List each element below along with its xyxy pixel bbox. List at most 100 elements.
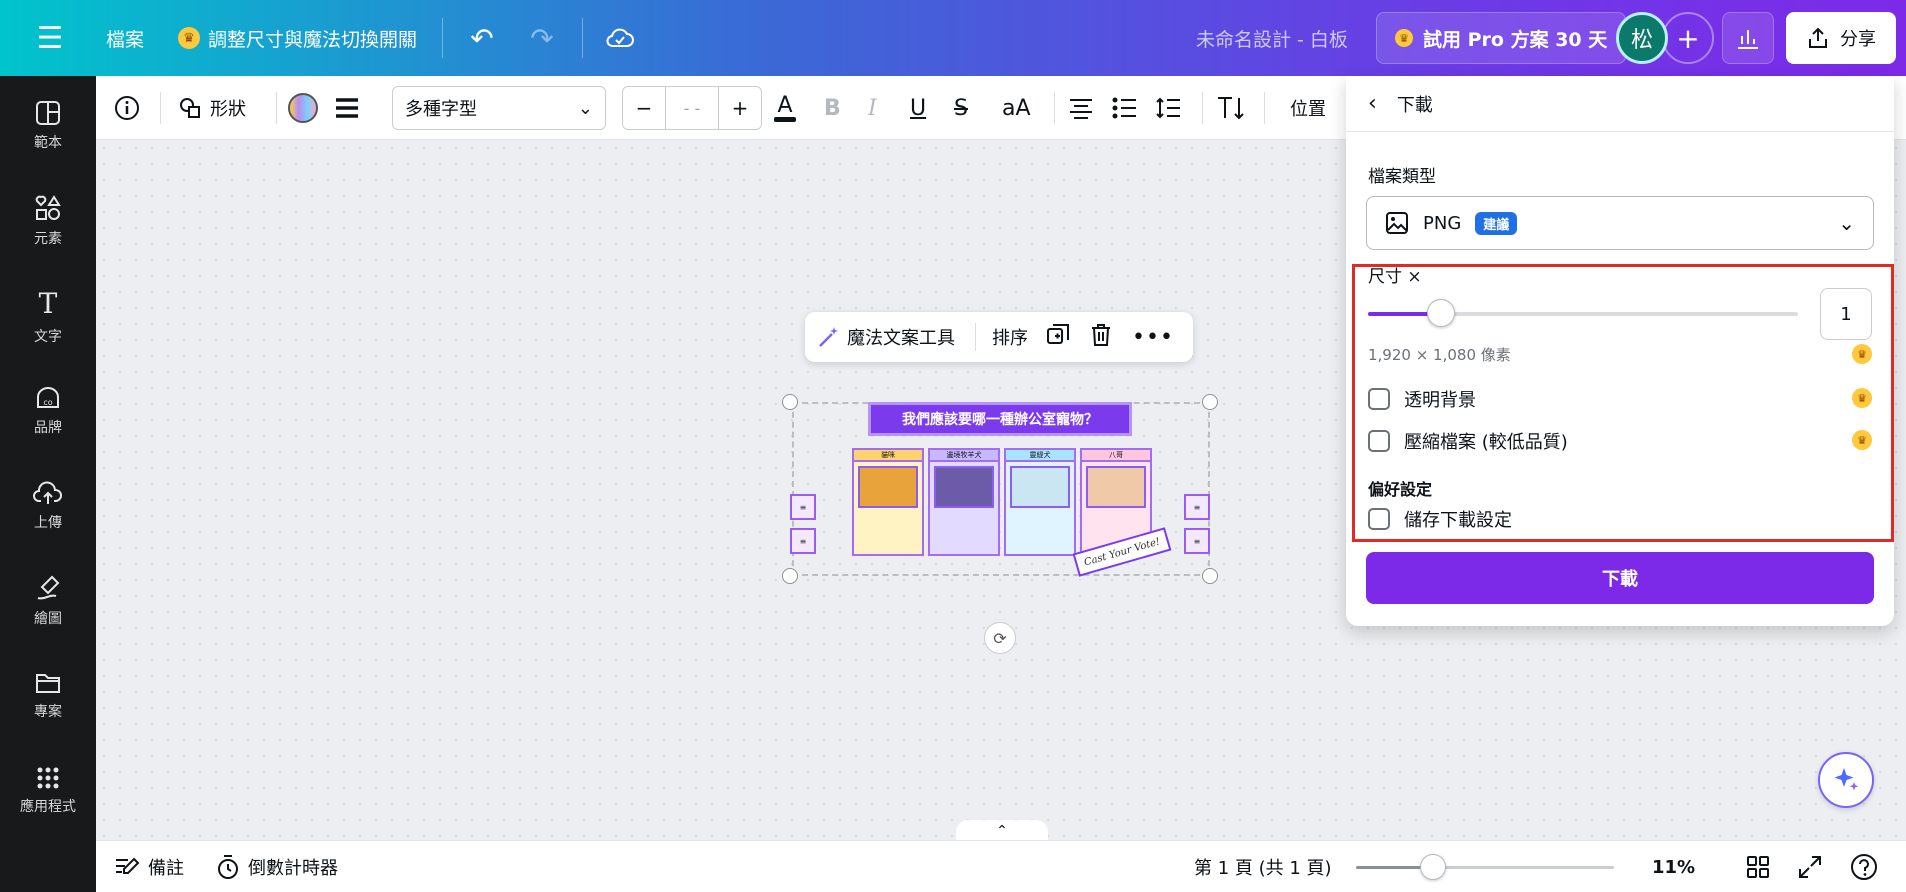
position-button[interactable]: 位置 xyxy=(1290,76,1326,140)
zoom-value[interactable]: 11% xyxy=(1652,841,1695,892)
share-label: 分享 xyxy=(1840,29,1876,50)
resize-handle[interactable] xyxy=(1202,394,1218,410)
sticky-note[interactable]: ≡ xyxy=(790,494,816,520)
duplicate-icon[interactable] xyxy=(1036,323,1080,352)
file-type-value: PNG xyxy=(1423,212,1462,234)
vote-column[interactable]: 邊境牧羊犬 xyxy=(928,448,1000,556)
chevron-up-icon: ⌃ xyxy=(996,823,1008,839)
sidebar-item-label: 專案 xyxy=(34,704,62,720)
resize-handle[interactable] xyxy=(1202,568,1218,584)
vote-column[interactable]: 靈緹犬 xyxy=(1004,448,1076,556)
timer-label: 倒數計時器 xyxy=(248,858,338,879)
zoom-slider-thumb[interactable] xyxy=(1420,854,1447,880)
try-pro-button[interactable]: ♛ 試用 Pro 方案 30 天 xyxy=(1376,12,1627,64)
sidebar-item-templates[interactable]: 範本 xyxy=(0,86,96,166)
analytics-icon[interactable] xyxy=(1722,12,1774,64)
page-indicator[interactable]: 第 1 頁 (共 1 頁) xyxy=(1194,841,1332,892)
resize-magic-switch-button[interactable]: ♛ 調整尺寸與魔法切換開關 xyxy=(178,0,417,76)
svg-text:co: co xyxy=(43,398,52,407)
sidebar-item-text[interactable]: T 文字 xyxy=(0,276,96,356)
rotate-icon[interactable]: ⟳ xyxy=(984,622,1016,654)
column-header: 靈緹犬 xyxy=(1006,450,1074,462)
download-panel-title: 下載 xyxy=(1396,94,1433,116)
bold-icon[interactable]: B xyxy=(824,76,841,140)
redo-icon[interactable]: ↷ xyxy=(522,0,562,76)
greyhound-photo xyxy=(1010,466,1070,508)
italic-icon[interactable]: I xyxy=(868,76,877,140)
notes-label: 備註 xyxy=(148,858,184,879)
shape-button[interactable]: 形狀 xyxy=(178,76,246,140)
sticky-note[interactable]: ≡ xyxy=(1184,494,1210,520)
timer-icon xyxy=(218,855,238,879)
recommended-badge: 建議 xyxy=(1475,211,1518,235)
letter-case-button[interactable]: aA xyxy=(1002,76,1031,140)
left-sidebar: 範本 元素 T 文字 co 品牌 上傳 繪圖 專案 應用程式 xyxy=(0,76,96,892)
divider xyxy=(1264,92,1265,124)
color-swatch-button[interactable] xyxy=(288,76,318,140)
multicolor-swatch xyxy=(288,93,318,123)
border-style-icon[interactable] xyxy=(334,76,360,140)
bullet-list-icon[interactable] xyxy=(1112,76,1138,140)
template-icon xyxy=(36,101,60,125)
fullscreen-icon[interactable] xyxy=(1798,841,1822,892)
cat-photo xyxy=(858,466,918,508)
font-size-value[interactable]: - - xyxy=(665,87,719,129)
strikethrough-icon[interactable]: S xyxy=(954,76,968,140)
sidebar-item-elements[interactable]: 元素 xyxy=(0,181,96,261)
notes-button[interactable]: 備註 xyxy=(114,841,184,892)
font-family-select[interactable]: 多種字型 ⌄ xyxy=(392,86,606,130)
sidebar-item-projects[interactable]: 專案 xyxy=(0,656,96,736)
back-icon[interactable]: ‹ xyxy=(1368,91,1377,116)
decrease-font-size-button[interactable]: − xyxy=(623,87,665,129)
info-icon[interactable] xyxy=(114,76,140,140)
chevron-down-icon: ⌄ xyxy=(1838,211,1855,235)
sticky-note[interactable]: ≡ xyxy=(1184,528,1210,554)
sidebar-item-label: 繪圖 xyxy=(34,611,62,627)
text-direction-icon[interactable] xyxy=(1216,76,1246,140)
download-button[interactable]: 下載 xyxy=(1366,552,1874,604)
magic-sparkle-button[interactable] xyxy=(1818,752,1874,808)
column-header: 貓咪 xyxy=(854,450,922,462)
zoom-slider[interactable] xyxy=(1356,854,1614,880)
cloud-saved-icon[interactable] xyxy=(600,0,640,76)
underline-icon[interactable]: U xyxy=(910,76,926,140)
share-button[interactable]: 分享 xyxy=(1786,12,1896,64)
sidebar-item-draw[interactable]: 繪圖 xyxy=(0,561,96,641)
expand-pages-button[interactable]: ⌃ xyxy=(956,820,1048,842)
menu-icon[interactable]: ☰ xyxy=(30,0,70,76)
text-color-icon[interactable]: A xyxy=(774,76,796,140)
sticky-note[interactable]: ≡ xyxy=(790,528,816,554)
sidebar-item-apps[interactable]: 應用程式 xyxy=(0,751,96,831)
delete-icon[interactable] xyxy=(1080,323,1122,352)
vote-column[interactable]: 貓咪 xyxy=(852,448,924,556)
font-size-stepper[interactable]: − - - + xyxy=(622,86,762,130)
help-icon[interactable] xyxy=(1850,841,1878,892)
file-menu[interactable]: 檔案 xyxy=(106,0,144,76)
top-bar: ☰ 檔案 ♛ 調整尺寸與魔法切換開關 ↶ ↷ 未命名設計 - 白板 ♛ 試用 P… xyxy=(0,0,1906,76)
divider xyxy=(1202,92,1203,124)
image-icon xyxy=(1386,212,1408,234)
resize-handle[interactable] xyxy=(782,394,798,410)
brand-icon: co xyxy=(37,387,59,408)
resize-handle[interactable] xyxy=(782,568,798,584)
add-collaborator-button[interactable]: + xyxy=(1662,12,1714,64)
sidebar-item-brand[interactable]: co 品牌 xyxy=(0,371,96,451)
sidebar-item-uploads[interactable]: 上傳 xyxy=(0,466,96,546)
crown-icon: ♛ xyxy=(178,27,200,49)
line-spacing-icon[interactable] xyxy=(1156,76,1182,140)
increase-font-size-button[interactable]: + xyxy=(719,87,761,129)
design-title[interactable]: 未命名設計 - 白板 xyxy=(1196,0,1348,76)
grid-view-icon[interactable] xyxy=(1746,841,1770,892)
arrange-button[interactable]: 排序 xyxy=(984,324,1036,350)
pug-photo xyxy=(1086,466,1146,508)
timer-button[interactable]: 倒數計時器 xyxy=(216,841,338,892)
more-options-icon[interactable]: ••• xyxy=(1122,325,1184,350)
magic-write-button[interactable]: 魔法文案工具 xyxy=(805,324,967,350)
annotation-highlight-box xyxy=(1352,264,1894,542)
align-center-icon[interactable] xyxy=(1068,76,1094,140)
board-title[interactable]: 我們應該要哪一種辦公室寵物？ xyxy=(868,402,1132,436)
undo-icon[interactable]: ↶ xyxy=(462,0,502,76)
upload-icon xyxy=(33,481,62,504)
avatar[interactable]: 松 xyxy=(1616,12,1668,64)
file-type-select[interactable]: PNG 建議 ⌄ xyxy=(1366,196,1874,250)
